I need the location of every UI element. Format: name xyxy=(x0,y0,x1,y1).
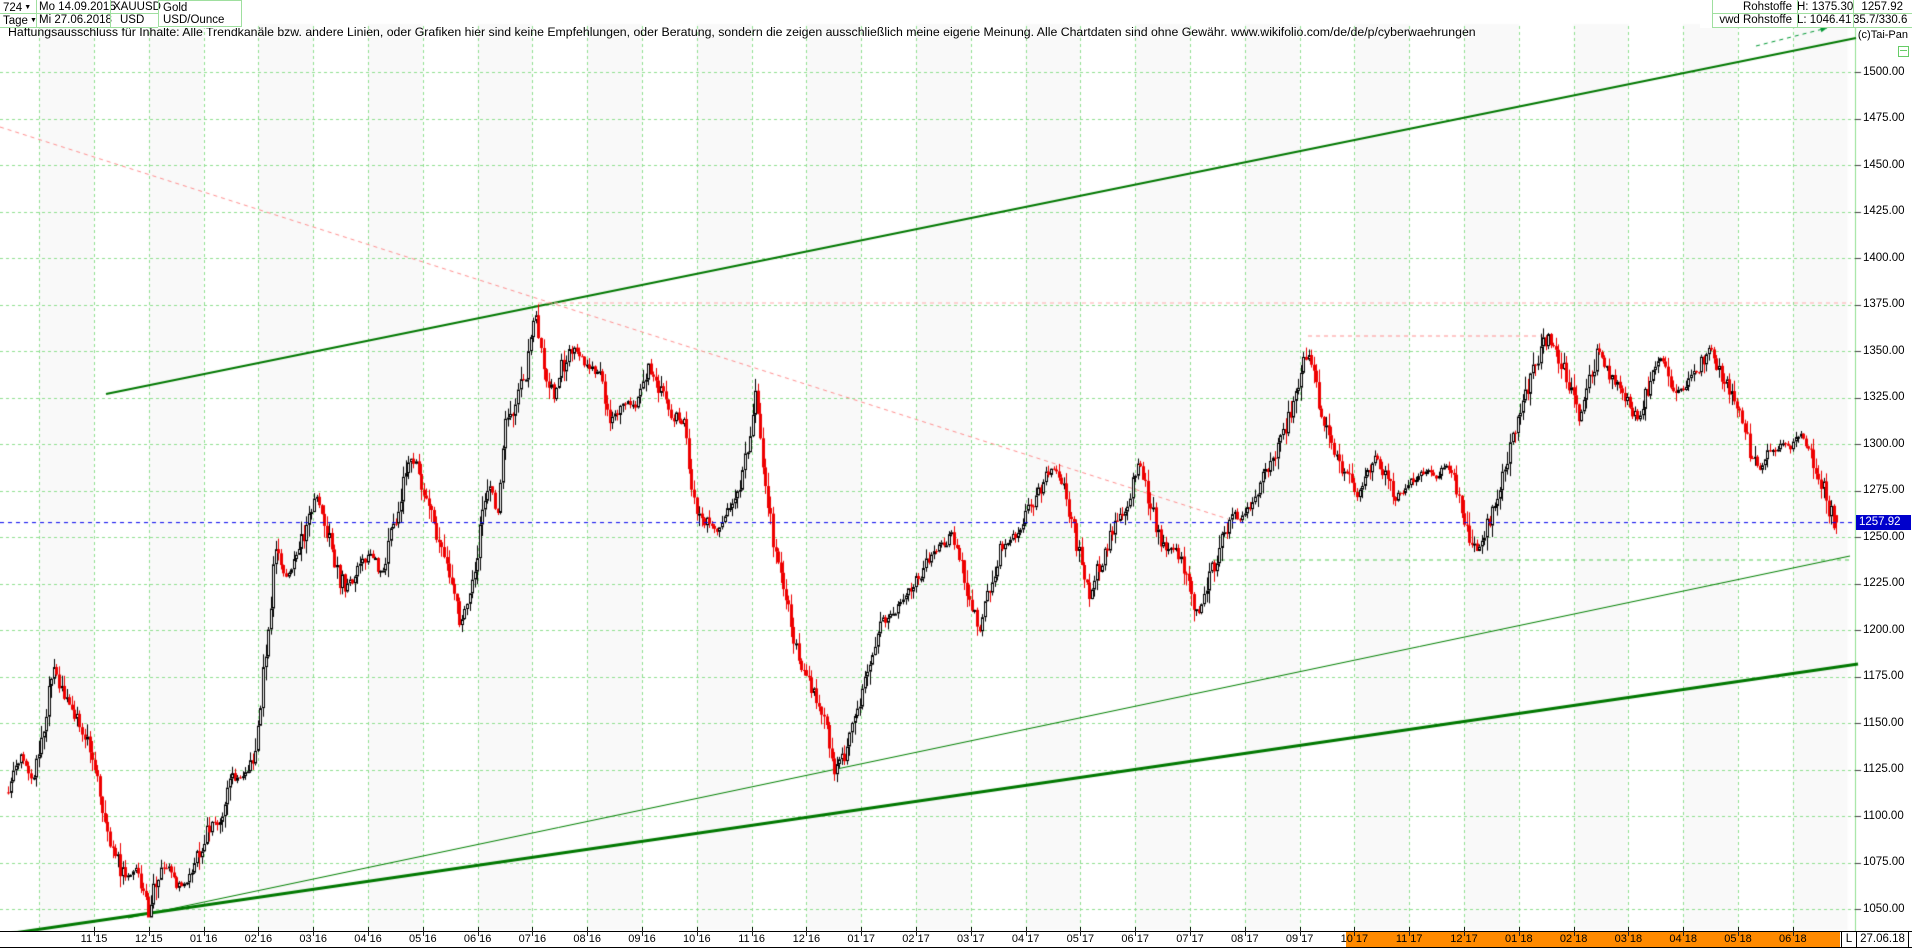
x-axis-tick xyxy=(1190,927,1191,936)
x-axis-tick xyxy=(806,927,807,936)
x-axis-tick xyxy=(697,927,698,936)
chevron-down-icon: ▼ xyxy=(24,4,31,11)
y-axis-label: 1075.00 xyxy=(1863,856,1905,869)
x-axis-tick xyxy=(1354,927,1355,936)
x-axis-tick xyxy=(752,927,753,936)
chart-title: Gold USD/Ounce xyxy=(158,0,242,27)
x-axis-tick xyxy=(478,927,479,936)
y-axis-label: 1150.00 xyxy=(1863,717,1904,730)
x-axis-tick xyxy=(1409,927,1410,936)
y-axis-label: 1125.00 xyxy=(1863,763,1904,776)
collapse-icon[interactable] xyxy=(1898,46,1909,57)
y-axis-label: 1175.00 xyxy=(1863,670,1904,683)
x-axis-tick xyxy=(1245,927,1246,936)
x-axis-tick xyxy=(149,927,150,936)
x-axis-tick xyxy=(587,927,588,936)
divider xyxy=(1712,0,1713,28)
tai-pan-chart-window: { "header": { "left": { "period": "724",… xyxy=(0,0,1912,952)
x-axis-tick xyxy=(1793,927,1794,936)
divider xyxy=(1853,0,1854,28)
y-axis-label: 1050.00 xyxy=(1863,903,1905,916)
last-marker-label: L xyxy=(1842,933,1856,946)
x-axis-tick xyxy=(313,927,314,936)
divider xyxy=(0,27,158,28)
x-axis-tick xyxy=(971,927,972,936)
y-axis-label: 1425.00 xyxy=(1863,205,1905,218)
timeframe-dropdown[interactable]: Tage▼ xyxy=(3,14,37,28)
y-axis-label: 1250.00 xyxy=(1863,531,1905,544)
x-axis-tick xyxy=(258,927,259,936)
x-axis-tick xyxy=(368,927,369,936)
y-axis-label: 1200.00 xyxy=(1863,624,1905,637)
y-axis-label: 1100.00 xyxy=(1863,810,1904,823)
x-axis-tick xyxy=(1135,927,1136,936)
x-axis-tick xyxy=(861,927,862,936)
x-axis-tick xyxy=(916,927,917,936)
y-axis-label: 1375.00 xyxy=(1863,298,1905,311)
y-axis-label: 1500.00 xyxy=(1863,66,1905,79)
header-right: Rohstoffe vwd Rohstoffe H: 1375.30 L: 10… xyxy=(1700,0,1912,28)
y-axis-label: 1350.00 xyxy=(1863,345,1905,358)
divider xyxy=(0,13,158,14)
range-info-value: 35.7/330.6 xyxy=(1853,14,1903,27)
x-axis-tick xyxy=(1683,927,1684,936)
y-axis-label: 1475.00 xyxy=(1863,112,1905,125)
last-price-badge: 1257.92 xyxy=(1856,515,1911,530)
divider xyxy=(1712,27,1912,28)
y-axis-label: 1225.00 xyxy=(1863,577,1905,590)
provider-label: vwd Rohstoffe xyxy=(1712,14,1792,27)
x-axis-tick xyxy=(423,927,424,936)
y-axis-label: 1325.00 xyxy=(1863,391,1905,404)
y-axis-label: 1450.00 xyxy=(1863,159,1905,172)
price-chart-canvas[interactable] xyxy=(0,0,1912,952)
x-axis-tick xyxy=(1080,927,1081,936)
x-axis-tick xyxy=(1026,927,1027,936)
x-axis-tick xyxy=(532,927,533,936)
x-axis-tick xyxy=(204,927,205,936)
x-axis-tick xyxy=(642,927,643,936)
x-axis-tick xyxy=(1738,927,1739,936)
end-date-label: 27.06.18 xyxy=(1857,933,1908,946)
x-axis: 11 1512 1501 1602 1603 1604 1605 1606 16… xyxy=(0,931,1912,948)
x-axis-tick xyxy=(1574,927,1575,936)
header-left: 724▼ Mo 14.09.2015 XAUUSD Tage▼ Mi 27.06… xyxy=(0,0,242,28)
x-axis-tick xyxy=(94,927,95,936)
currency-label: USD xyxy=(120,14,144,27)
y-axis-label: 1275.00 xyxy=(1863,484,1905,497)
x-axis-tick xyxy=(1628,927,1629,936)
date-to: Mi 27.06.2018 xyxy=(39,14,112,27)
x-axis-tick xyxy=(1519,927,1520,936)
low-value: L: 1046.41 xyxy=(1797,14,1849,27)
divider xyxy=(1712,13,1912,14)
divider xyxy=(1797,0,1798,28)
divider xyxy=(1908,932,1909,947)
y-axis-label: 1300.00 xyxy=(1863,438,1905,451)
x-axis-tick xyxy=(1300,927,1301,936)
y-axis-label: 1400.00 xyxy=(1863,252,1905,265)
copyright-label: (c)Tai-Pan xyxy=(1854,29,1908,41)
x-axis-tick xyxy=(1464,927,1465,936)
